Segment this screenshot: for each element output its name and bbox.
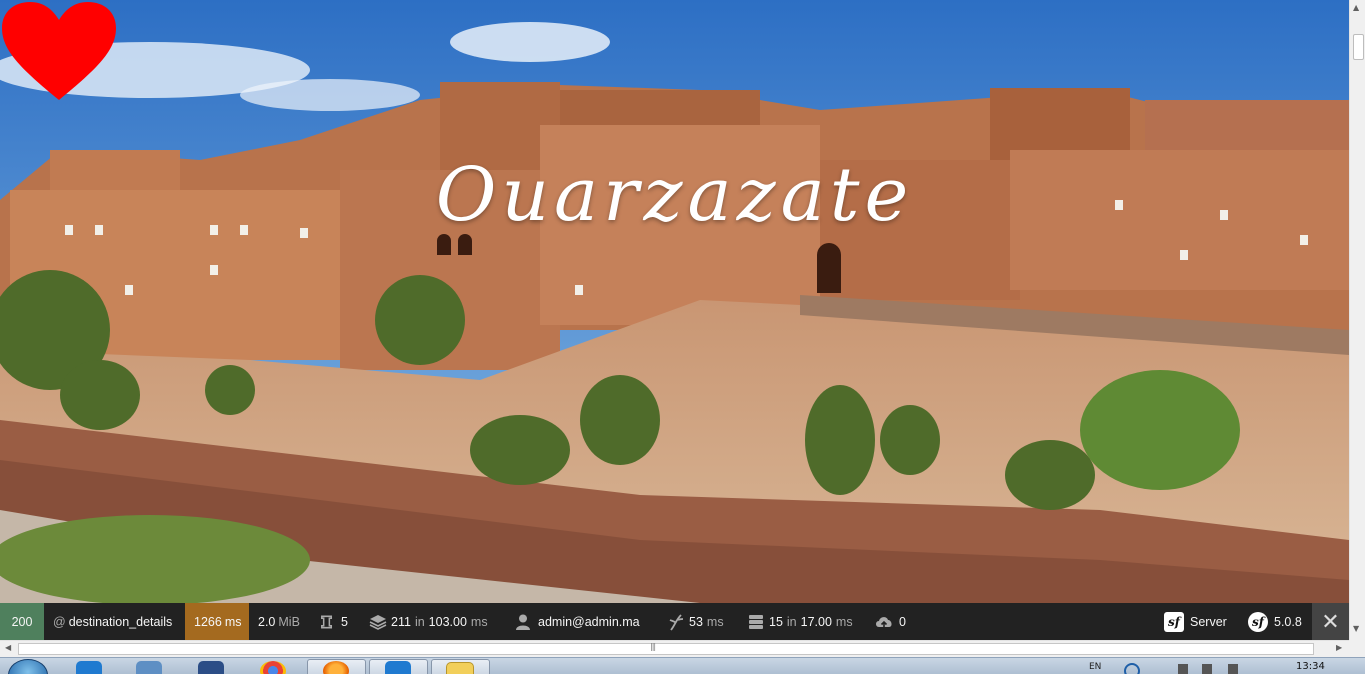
user-email: admin@admin.ma: [538, 614, 640, 629]
horizontal-scrollbar[interactable]: ◀ ||| ▶: [0, 640, 1349, 657]
vscode-icon: [385, 661, 411, 674]
taskbar-firefox-button[interactable]: [307, 659, 366, 674]
scroll-left-arrow-icon[interactable]: ◀: [5, 643, 11, 652]
symfony-debug-toolbar: 200 @ destination_details 1266 ms 2.0 Mi…: [0, 603, 1349, 640]
file-manager-icon[interactable]: [136, 661, 162, 674]
scroll-up-arrow-icon[interactable]: ▲: [1353, 3, 1359, 12]
firefox-icon: [323, 661, 349, 674]
db-time: 17.00: [800, 614, 832, 629]
user-block[interactable]: admin@admin.ma: [505, 603, 655, 640]
route-block[interactable]: @ destination_details: [44, 603, 185, 640]
at-symbol: @: [53, 614, 66, 629]
tray-network-icon[interactable]: [1178, 664, 1188, 674]
server-label: Server: [1190, 614, 1227, 629]
hero-title: Ouarzazate: [435, 152, 914, 238]
scrollbar-corner: [1349, 640, 1365, 657]
symfony-logo-icon: sf: [1248, 611, 1268, 632]
forms-count: 5: [341, 614, 348, 629]
db-unit: ms: [835, 614, 853, 629]
twig-block[interactable]: 53 ms: [658, 603, 734, 640]
symfony-version-block[interactable]: sf 5.0.8: [1239, 603, 1312, 640]
user-icon: [516, 614, 530, 630]
status-code: 200: [11, 614, 33, 629]
db-queries: 15: [769, 614, 783, 629]
toolbar-close-button[interactable]: ✕: [1312, 603, 1349, 640]
database-icon: [749, 614, 763, 629]
memory-block[interactable]: 2.0 MiB: [249, 603, 309, 640]
start-orb-icon[interactable]: [8, 659, 48, 674]
forms-block[interactable]: 5: [309, 603, 357, 640]
hero-banner: Ouarzazate: [0, 0, 1349, 603]
close-icon: ✕: [1321, 608, 1340, 634]
symfony-logo-icon: sf: [1164, 611, 1184, 632]
http-client-block[interactable]: 0: [866, 603, 918, 640]
chrome-icon[interactable]: [260, 661, 286, 674]
cache-in: in: [414, 614, 425, 629]
scroll-right-arrow-icon[interactable]: ▶: [1336, 643, 1342, 652]
vscode-icon[interactable]: [76, 661, 102, 674]
vertical-scroll-thumb[interactable]: [1353, 34, 1364, 60]
tray-clock[interactable]: 13:34: [1296, 661, 1325, 672]
folder-icon: [446, 662, 474, 674]
route-name: destination_details: [68, 614, 173, 629]
cache-calls: 211: [391, 614, 411, 629]
symfony-version: 5.0.8: [1274, 614, 1302, 629]
server-block[interactable]: sf Server: [1155, 603, 1239, 640]
http-client-count: 0: [899, 614, 906, 629]
db-in: in: [786, 614, 797, 629]
twig-unit: ms: [706, 614, 724, 629]
tray-volume-icon[interactable]: [1202, 664, 1212, 674]
hero-background-image: [0, 0, 1349, 603]
taskbar-folder-button[interactable]: [431, 659, 490, 674]
windows-taskbar: EN 13:34: [0, 657, 1365, 674]
time-unit: ms: [224, 614, 242, 629]
tray-help-icon[interactable]: [1124, 663, 1140, 674]
cache-block[interactable]: 211 in 103.00 ms: [360, 603, 500, 640]
horizontal-scroll-thumb[interactable]: [18, 643, 1314, 655]
cloud-upload-icon: [876, 616, 892, 628]
twig-time: 53: [689, 614, 703, 629]
virtualbox-icon[interactable]: [198, 661, 224, 674]
cache-layers-icon: [369, 614, 387, 630]
database-block[interactable]: 15 in 17.00 ms: [738, 603, 866, 640]
time-value: 1266: [194, 614, 222, 629]
heart-icon: [2, 2, 116, 100]
tray-power-icon[interactable]: [1228, 664, 1238, 674]
taskbar-vscode-button[interactable]: [369, 659, 428, 674]
vertical-scrollbar[interactable]: ▲ ▼: [1349, 0, 1365, 640]
scroll-down-arrow-icon[interactable]: ▼: [1353, 624, 1359, 633]
cache-time: 103.00: [428, 614, 467, 629]
cache-unit: ms: [470, 614, 488, 629]
forms-icon: [321, 615, 333, 628]
tray-language[interactable]: EN: [1089, 662, 1101, 672]
memory-unit: MiB: [278, 614, 300, 629]
scroll-grip-icon: |||: [650, 642, 656, 651]
status-code-block[interactable]: 200: [0, 603, 44, 640]
time-block[interactable]: 1266 ms: [185, 603, 249, 640]
twig-icon: [669, 613, 684, 631]
memory-value: 2.0: [258, 614, 276, 629]
